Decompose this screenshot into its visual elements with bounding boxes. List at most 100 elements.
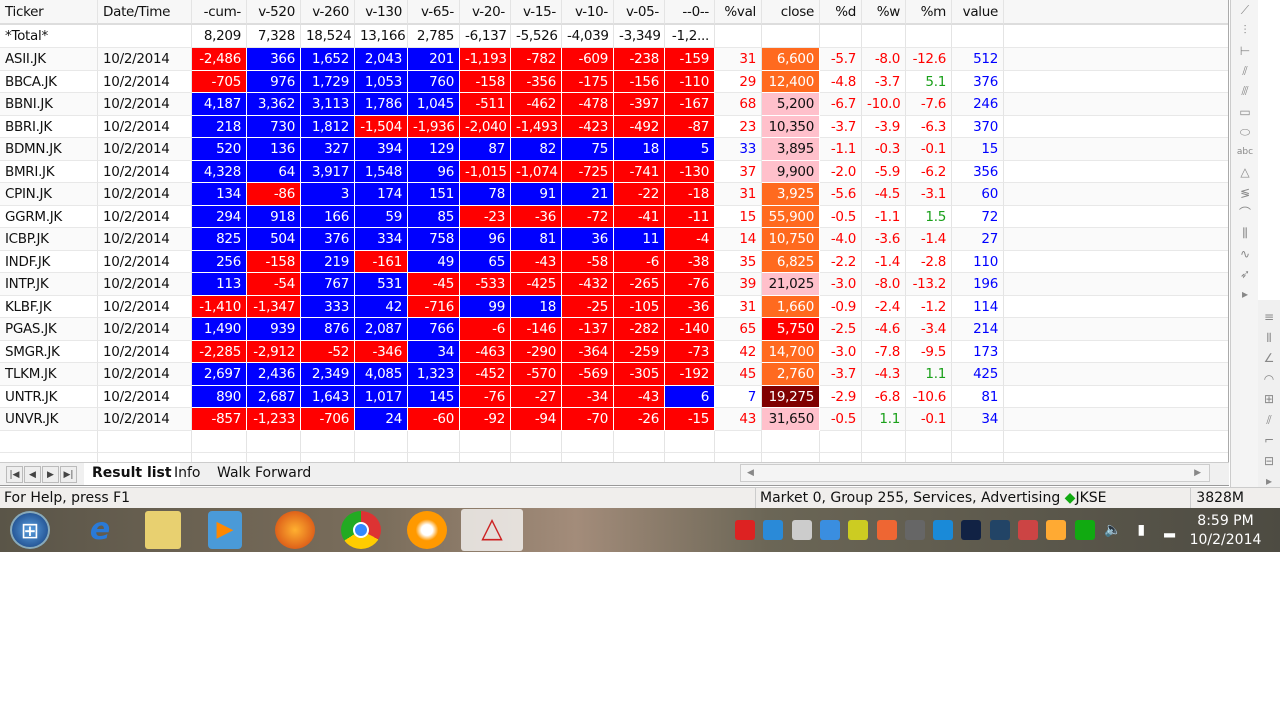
table-row[interactable]: BBCA.JK 10/2/2014 -705 976 1,729 1,053 760 -158…	[0, 70, 1228, 93]
cell	[562, 453, 614, 462]
table-row[interactable]: TLKM.JK 10/2/2014 2,697 2,436 2,349 4,085 1,32…	[0, 363, 1228, 386]
cell	[0, 453, 98, 462]
firefox-icon[interactable]	[275, 511, 315, 549]
table-row[interactable]: BDMN.JK 10/2/2014 520 136 327 394 129 87 82 75 18 5…	[0, 138, 1228, 161]
avira-icon[interactable]	[735, 520, 755, 540]
column-header[interactable]: %m	[906, 0, 952, 25]
empty-row	[0, 453, 1228, 462]
horizontal-scrollbar[interactable]: ◀ ▶	[740, 464, 1210, 482]
column-header[interactable]: %w	[862, 0, 906, 25]
table-row[interactable]: INDF.JK 10/2/2014 256 -158 219 -161 49 65 -43 -58…	[0, 250, 1228, 273]
pct-month-cell: -7.6	[906, 93, 952, 116]
table-row[interactable]: GGRM.JK 10/2/2014 294 918 166 59 85 -23 -36 -72 -4…	[0, 205, 1228, 228]
column-header[interactable]: Ticker	[0, 0, 98, 25]
volume-icon[interactable]: 🔈	[1103, 520, 1123, 540]
action-center-icon[interactable]	[791, 520, 812, 540]
table-row[interactable]: INTP.JK 10/2/2014 113 -54 767 531 -45 -533 -425-…	[0, 273, 1228, 296]
column-header[interactable]: v-15-	[511, 0, 562, 25]
drawing-tool-icon[interactable]: ∿	[1236, 245, 1254, 263]
column-header[interactable]: %d	[820, 0, 862, 25]
drawing-tool-icon[interactable]: ⬭	[1236, 123, 1254, 141]
table-row[interactable]: ASII.JK 10/2/2014 -2,486 366 1,652 2,043 201 -1…	[0, 48, 1228, 71]
table-row[interactable]: BBNI.JK 10/2/2014 4,187 3,362 3,113 1,786 1,04…	[0, 93, 1228, 116]
drawing-tool-icon[interactable]: ▭	[1236, 103, 1254, 121]
column-header[interactable]: v-05-	[614, 0, 665, 25]
column-header[interactable]: Date/Time	[98, 0, 192, 25]
app3-icon[interactable]	[1046, 520, 1067, 540]
drawing-tool-icon[interactable]: ⫽	[1260, 411, 1278, 429]
table-row[interactable]: UNTR.JK 10/2/2014 890 2,687 1,643 1,017 145 -76…	[0, 385, 1228, 408]
volume-cell: -58	[562, 250, 614, 273]
bluetooth-icon[interactable]	[961, 520, 982, 540]
pct-week-cell: -2.4	[862, 295, 906, 318]
app2-icon[interactable]	[1018, 520, 1038, 540]
gom-player-icon[interactable]	[407, 511, 447, 549]
drawing-tool-icon[interactable]: ⊞	[1260, 390, 1278, 408]
column-header[interactable]: value	[952, 0, 1004, 25]
internet-explorer-icon[interactable]: e	[80, 511, 120, 549]
date-cell: 10/2/2014	[98, 228, 192, 251]
drawing-tool-icon[interactable]: △	[1236, 163, 1254, 181]
column-header[interactable]: -cum-	[192, 0, 247, 25]
drawing-tool-icon[interactable]: ≶	[1236, 184, 1254, 202]
column-header[interactable]: v-130	[355, 0, 408, 25]
drawing-tool-icon[interactable]: ▸	[1236, 285, 1254, 303]
volume-cell: -2,285	[192, 340, 247, 363]
drawing-tool-icon[interactable]: ⫶	[1236, 21, 1254, 39]
drawing-tool-icon[interactable]: ⟋	[1236, 1, 1254, 19]
wifi-icon[interactable]	[933, 520, 954, 540]
power-icon[interactable]: ▮	[1131, 520, 1151, 540]
first-tab-button[interactable]: |◀	[6, 466, 23, 483]
column-header[interactable]: close	[762, 0, 820, 25]
display-icon[interactable]	[904, 520, 925, 540]
drawing-tool-icon[interactable]: abc	[1236, 143, 1254, 161]
last-tab-button[interactable]: ▶|	[60, 466, 77, 483]
table-row[interactable]: CPIN.JK 10/2/2014 134 -86 3 174 151 78 91 21 -22 -1…	[0, 183, 1228, 206]
table-row[interactable]: KLBF.JK 10/2/2014 -1,410 -1,347 333 42 -716 99 1…	[0, 295, 1228, 318]
table-row[interactable]: BMRI.JK 10/2/2014 4,328 64 3,917 1,548 96 -1,01…	[0, 160, 1228, 183]
teamviewer-icon[interactable]	[763, 520, 784, 540]
tab-walk-forward[interactable]: Walk Forward	[209, 463, 319, 485]
volume-cell: 64	[247, 160, 301, 183]
table-row[interactable]: PGAS.JK 10/2/2014 1,490 939 876 2,087 766 -6 -14…	[0, 318, 1228, 341]
app-icon[interactable]	[989, 520, 1010, 540]
table-row[interactable]: UNVR.JK 10/2/2014 -857 -1,233 -706 24 -60 -92 -9…	[0, 408, 1228, 431]
result-list-grid[interactable]: Ticker Date/Time -cum-v-520 v-260 v-130 v-65-…	[0, 0, 1229, 462]
tab-info[interactable]: Info	[166, 463, 209, 485]
drawing-tool-icon[interactable]: ⫼	[1236, 224, 1254, 242]
drawing-tool-icon[interactable]: ⊟	[1260, 452, 1278, 470]
table-row[interactable]: ICBP.JK 10/2/2014 825 504 376 334 758 96 81 36 11-…	[0, 228, 1228, 251]
amibroker-icon[interactable]: △	[461, 509, 523, 551]
drawing-tool-icon[interactable]: ⫻	[1236, 82, 1254, 100]
clock[interactable]: 8:59 PM 10/2/2014	[1188, 512, 1263, 550]
drawing-tool-icon[interactable]: ◠	[1260, 370, 1278, 388]
file-explorer-icon[interactable]	[145, 511, 181, 549]
drawing-tool-icon[interactable]: ⊢	[1236, 42, 1254, 60]
column-header[interactable]: v-65-	[408, 0, 460, 25]
drawing-tool-icon[interactable]: ≡	[1260, 308, 1278, 326]
drawing-tool-icon[interactable]: ⫽	[1236, 62, 1254, 80]
drawing-tool-icon[interactable]: ➶	[1236, 265, 1254, 283]
column-header[interactable]: v-10-	[562, 0, 614, 25]
column-header[interactable]: v-260	[301, 0, 355, 25]
column-header[interactable]: v-520	[247, 0, 301, 25]
table-row[interactable]: BBRI.JK 10/2/2014 218 730 1,812 -1,504 -1,936-…	[0, 115, 1228, 138]
next-tab-button[interactable]: ▶	[42, 466, 59, 483]
amibroker-tray-icon[interactable]	[1074, 520, 1095, 540]
start-button[interactable]: ⊞	[10, 511, 50, 549]
column-header[interactable]: v-20-	[460, 0, 511, 25]
network-tool-icon[interactable]	[848, 520, 869, 540]
table-row[interactable]: SMGR.JK 10/2/2014 -2,285 -2,912 -52 -346 34 -46…	[0, 340, 1228, 363]
google-drive-icon[interactable]	[876, 520, 897, 540]
prev-tab-button[interactable]: ◀	[24, 466, 41, 483]
column-header[interactable]: --0--	[665, 0, 715, 25]
dropbox-icon[interactable]	[819, 520, 840, 540]
column-header[interactable]: %val	[715, 0, 762, 25]
chrome-icon[interactable]	[341, 511, 381, 549]
drawing-tool-icon[interactable]: ∠	[1260, 349, 1278, 367]
drawing-tool-icon[interactable]: ⦀	[1260, 329, 1278, 347]
signal-icon[interactable]: ▂	[1160, 520, 1180, 540]
drawing-tool-icon[interactable]: ⌐	[1260, 431, 1278, 449]
drawing-tool-icon[interactable]: ⌒	[1236, 204, 1254, 222]
media-player-icon[interactable]: ▶	[208, 511, 242, 549]
